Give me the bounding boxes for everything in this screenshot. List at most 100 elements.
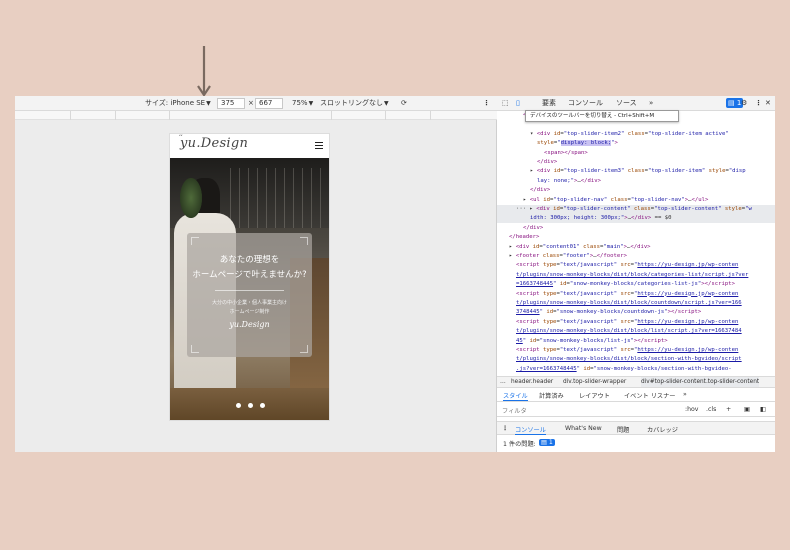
tab-sources[interactable]: ソース <box>616 98 637 108</box>
slider-dot[interactable] <box>236 403 241 408</box>
throttling-select[interactable]: スロットリングなし▼ <box>320 98 389 109</box>
dom-tree-line[interactable]: =1663748445" id="snow-monkey-blocks/cate… <box>497 280 775 289</box>
media-query-ruler[interactable] <box>15 111 497 120</box>
dom-tree-line[interactable]: t/plugins/snow-monkey-blocks/dist/block/… <box>497 355 775 364</box>
hero-subtext-line1: 大分の中小企業・個人事業主向け <box>211 300 287 306</box>
dom-tree-line[interactable]: </div> <box>497 158 775 167</box>
device-select[interactable]: サイズ: iPhone SE▼ <box>145 98 211 109</box>
ruler-segment <box>430 111 431 120</box>
dom-tree-line[interactable]: 3748445" id="snow-monkey-blocks/countdow… <box>497 308 775 317</box>
dom-tree-line[interactable]: 45" id="snow-monkey-blocks/list-js"></sc… <box>497 337 775 346</box>
more-options-icon[interactable]: ⋮ <box>483 98 490 108</box>
toggle-device-toolbar-icon[interactable]: ▯ <box>516 98 520 108</box>
device-toolbar: サイズ: iPhone SE▼ 375 × 667 75%▼ スロットリングなし… <box>15 96 497 111</box>
dom-tree-line[interactable]: <script type="text/javascript" src="http… <box>497 318 775 327</box>
tab-elements[interactable]: 要素 <box>542 98 556 108</box>
issues-text: 1 件の問題: <box>503 441 536 448</box>
hamburger-menu-icon[interactable] <box>315 142 323 149</box>
toggle-sidebar-icon[interactable]: ◧ <box>760 406 766 413</box>
device-emulation-pane: サイズ: iPhone SE▼ 375 × 667 75%▼ スロットリングなし… <box>15 96 497 452</box>
tab-layout[interactable]: レイアウト <box>579 391 610 400</box>
more-options-icon[interactable]: ⋮ <box>755 98 762 108</box>
dom-tree-line[interactable]: ▾ <div id="top-slider-item2" class="top-… <box>497 130 775 139</box>
dom-tree-line[interactable]: ▸ <ul id="top-slider-nav" class="top-sli… <box>497 196 775 205</box>
paint-icon[interactable]: ▣ <box>744 406 750 413</box>
breadcrumb-item-selected[interactable]: div#top-slider-content.top-slider-conten… <box>641 377 760 387</box>
toggle-device-toolbar-tooltip: デバイスのツールバーを切り替え - Ctrl+Shift+M <box>525 110 679 122</box>
hero-heading-line1: あなたの理想を <box>219 255 280 265</box>
breadcrumb-ellipsis[interactable]: … <box>500 377 506 387</box>
zoom-select[interactable]: 75%▼ <box>292 98 313 109</box>
ruler-segment <box>169 111 170 120</box>
dom-tree-line[interactable]: t/plugins/snow-monkey-blocks/dist/block/… <box>497 299 775 308</box>
dom-tree-line[interactable]: ··· ▸ <div id="top-slider-content" class… <box>497 205 775 214</box>
breadcrumb-item[interactable]: div.top-slider-wrapper <box>563 377 626 387</box>
dom-tree-line[interactable]: </div> <box>497 186 775 195</box>
tab-styles[interactable]: スタイル <box>503 391 528 401</box>
more-tabs-icon[interactable]: » <box>649 98 653 108</box>
tab-console[interactable]: コンソール <box>568 98 603 108</box>
tab-event-listeners[interactable]: イベント リスナー <box>624 391 675 400</box>
hover-state-button[interactable]: :hov <box>685 406 698 413</box>
hero-photo-plant <box>180 178 202 218</box>
devtools-panel: ⬚ ▯ 要素 コンソール ソース » ▤ 1 ⚙ ⋮ ✕ デバイスのツールバーを… <box>497 96 775 452</box>
close-icon[interactable]: ✕ <box>765 98 771 108</box>
dom-tree-line[interactable]: ▸ <footer class="footer">…</footer> <box>497 252 775 261</box>
tab-computed[interactable]: 計算済み <box>539 391 564 400</box>
dom-tree-line[interactable]: <span></span> <box>497 149 775 158</box>
slider-dot[interactable] <box>248 403 253 408</box>
browser-window: サイズ: iPhone SE▼ 375 × 667 75%▼ スロットリングなし… <box>15 96 775 452</box>
hero-photo-grid <box>230 168 329 228</box>
styles-filter-bar: フィルタ :hov .cls + ▣ ◧ <box>497 402 775 417</box>
dom-tree-line[interactable]: t/plugins/snow-monkey-blocks/dist/block/… <box>497 271 775 280</box>
breadcrumb: … header.header div.top-slider-wrapper d… <box>497 376 775 388</box>
slider-pagination <box>236 403 266 409</box>
dom-tree-line[interactable]: lay: none;">…</div> <box>497 177 775 186</box>
dom-tree-line[interactable]: ▸ <div id="top-slider-item3" class="top-… <box>497 167 775 176</box>
height-input[interactable]: 667 <box>255 98 283 109</box>
rotate-icon[interactable]: ⟳ <box>401 98 407 108</box>
class-button[interactable]: .cls <box>706 406 716 413</box>
site-logo[interactable]: yu.Design <box>180 136 248 151</box>
inspect-element-icon[interactable]: ⬚ <box>502 98 509 108</box>
hero-heading-line2: ホームページで叶えませんか? <box>192 270 307 280</box>
card-corner-ornament <box>300 345 308 353</box>
annotation-arrow-icon <box>197 46 211 97</box>
dom-tree-line[interactable]: idth: 300px; height: 300px;">…</div> == … <box>497 214 775 224</box>
drawer-tab-coverage[interactable]: カバレッジ <box>647 425 678 434</box>
ruler-segment <box>70 111 71 120</box>
hero-message-card: あなたの理想を ホームページで叶えませんか? 大分の中小企業・個人事業主向け ホ… <box>187 233 312 357</box>
elements-dom-tree[interactable]: <div id="top-slider-item" style="disp ▾ … <box>497 111 775 376</box>
filter-input[interactable]: フィルタ <box>502 406 527 415</box>
dom-tree-line[interactable]: ▸ <div id="content01" class="main">…</di… <box>497 243 775 252</box>
drawer-menu-icon[interactable]: ⋮ <box>502 425 508 432</box>
hero-logo: yu.Design <box>229 320 270 329</box>
dom-tree-line[interactable]: </div> <box>497 224 775 233</box>
dom-tree-line[interactable]: .js?ver=1663748445" id="snow-monkey-bloc… <box>497 365 775 374</box>
new-rule-button[interactable]: + <box>726 406 731 413</box>
ruler-segment <box>331 111 332 120</box>
dom-tree-line[interactable]: <script type="text/javascript" src="http… <box>497 346 775 355</box>
drawer-tab-whats-new[interactable]: What's New <box>565 425 602 432</box>
drawer-tab-issues[interactable]: 問題 <box>617 425 629 434</box>
dom-tree-line[interactable]: t/plugins/snow-monkey-blocks/dist/block/… <box>497 327 775 336</box>
drawer-tabbar: ⋮ コンソール What's New 問題 カバレッジ <box>497 421 775 435</box>
hero-subtext-line2: ホームページ制作 <box>229 309 270 315</box>
card-corner-ornament <box>191 237 199 245</box>
styles-tabbar: スタイル 計算済み レイアウト イベント リスナー » <box>497 388 775 402</box>
slider-dot[interactable] <box>260 403 265 408</box>
breadcrumb-item[interactable]: header.header <box>511 377 553 387</box>
issues-summary: 1 件の問題: ▤ 1 <box>497 436 775 450</box>
drawer-tab-console[interactable]: コンソール <box>515 425 546 435</box>
card-corner-ornament <box>191 345 199 353</box>
ruler-segment <box>115 111 116 120</box>
width-input[interactable]: 375 <box>217 98 245 109</box>
dom-tree-line[interactable]: style="display: block;"> <box>497 139 775 148</box>
dom-tree-line[interactable]: <script type="text/javascript" src="http… <box>497 261 775 270</box>
more-tabs-icon[interactable]: » <box>683 391 687 398</box>
settings-gear-icon[interactable]: ⚙ <box>741 98 747 108</box>
hero-slider: あなたの理想を ホームページで叶えませんか? 大分の中小企業・個人事業主向け ホ… <box>170 158 329 420</box>
dom-tree-line[interactable]: <script type="text/javascript" src="http… <box>497 290 775 299</box>
dom-tree-line[interactable]: </header> <box>497 233 775 242</box>
issues-count-badge[interactable]: ▤ 1 <box>539 439 555 446</box>
